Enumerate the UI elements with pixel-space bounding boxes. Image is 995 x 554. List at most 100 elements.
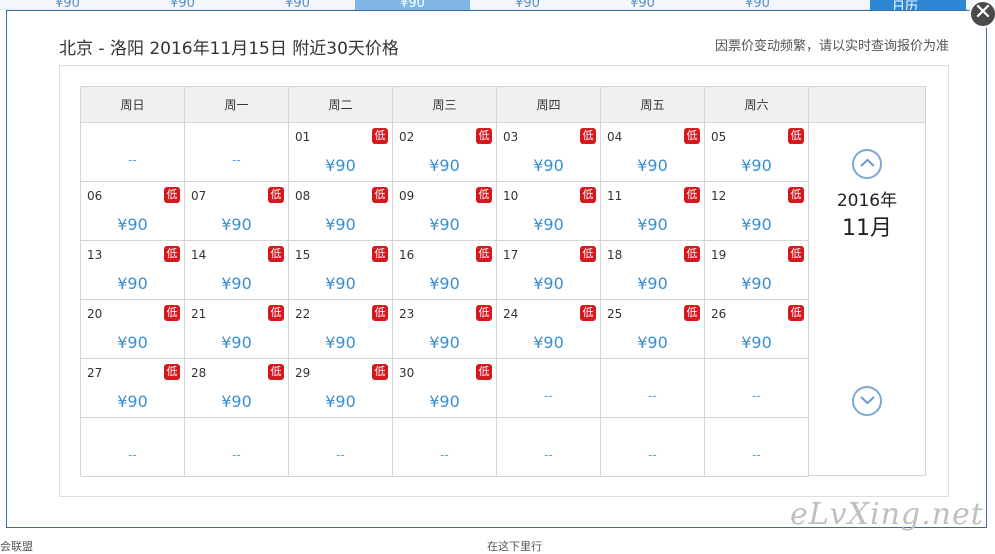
low-price-badge: 低 <box>788 128 804 144</box>
day-cell[interactable]: 17 低 ¥90 <box>497 241 601 300</box>
day-price: ¥90 <box>221 215 252 234</box>
month-navigator: 2016年 11月 <box>809 123 925 475</box>
day-cell[interactable]: 13 低 ¥90 <box>81 241 185 300</box>
low-price-badge: 低 <box>684 305 700 321</box>
day-price: ¥90 <box>533 274 564 293</box>
day-cell[interactable]: 18 低 ¥90 <box>601 241 705 300</box>
day-number: 18 <box>607 248 623 262</box>
day-cell[interactable]: 07 低 ¥90 <box>185 182 289 241</box>
day-cell[interactable]: 20 低 ¥90 <box>81 300 185 359</box>
strip-price[interactable]: ¥90 <box>585 0 700 10</box>
day-cell[interactable]: 29 低 ¥90 <box>289 359 393 418</box>
empty-day-cell: -- <box>497 418 601 477</box>
low-price-badge: 低 <box>268 305 284 321</box>
day-number: 06 <box>87 189 103 203</box>
empty-marker: -- <box>648 448 657 462</box>
empty-marker: -- <box>544 389 553 403</box>
low-price-badge: 低 <box>372 187 388 203</box>
low-price-badge: 低 <box>476 364 492 380</box>
day-price: ¥90 <box>117 333 148 352</box>
day-number: 23 <box>399 307 415 321</box>
day-cell[interactable]: 19 低 ¥90 <box>705 241 809 300</box>
nav-year: 2016年 <box>836 191 898 211</box>
day-cell[interactable]: 02 低 ¥90 <box>393 123 497 182</box>
empty-marker: -- <box>440 448 449 462</box>
strip-price[interactable]: ¥90 <box>470 0 585 10</box>
day-price: ¥90 <box>637 274 668 293</box>
day-cell[interactable]: 01 低 ¥90 <box>289 123 393 182</box>
day-cell[interactable]: 16 低 ¥90 <box>393 241 497 300</box>
day-number: 11 <box>607 189 623 203</box>
day-cell[interactable]: 09 低 ¥90 <box>393 182 497 241</box>
day-number: 01 <box>295 130 311 144</box>
low-price-badge: 低 <box>164 364 180 380</box>
day-cell[interactable]: 26 低 ¥90 <box>705 300 809 359</box>
day-number: 08 <box>295 189 311 203</box>
background-text-left: 会联盟 <box>0 540 33 553</box>
day-cell[interactable]: 27 低 ¥90 <box>81 359 185 418</box>
weekday-label: 周五 <box>601 87 705 123</box>
day-cell[interactable]: 12 低 ¥90 <box>705 182 809 241</box>
empty-day-cell: -- <box>81 123 185 182</box>
strip-price[interactable]: ¥90 <box>10 0 125 10</box>
empty-marker: -- <box>336 448 345 462</box>
day-number: 19 <box>711 248 727 262</box>
day-number: 21 <box>191 307 207 321</box>
empty-day-cell: -- <box>185 123 289 182</box>
low-price-badge: 低 <box>684 128 700 144</box>
day-number: 10 <box>503 189 519 203</box>
dialog-title: 北京 - 洛阳 2016年11月15日 附近30天价格 <box>59 39 399 59</box>
low-price-badge: 低 <box>372 246 388 262</box>
day-cell[interactable]: 06 低 ¥90 <box>81 182 185 241</box>
day-price: ¥90 <box>325 156 356 175</box>
day-cell[interactable]: 22 低 ¥90 <box>289 300 393 359</box>
close-icon[interactable]: ✕ <box>969 0 995 28</box>
day-number: 16 <box>399 248 415 262</box>
day-cell[interactable]: 08 低 ¥90 <box>289 182 393 241</box>
day-price: ¥90 <box>429 215 460 234</box>
day-cell[interactable]: 30 低 ¥90 <box>393 359 497 418</box>
empty-day-cell: -- <box>497 359 601 418</box>
day-price: ¥90 <box>637 156 668 175</box>
strip-price[interactable]: ¥90 <box>700 0 815 10</box>
calendar-button[interactable]: 日历 <box>870 0 966 15</box>
day-price: ¥90 <box>741 274 772 293</box>
strip-price[interactable]: ¥90 <box>355 0 470 10</box>
day-cell[interactable]: 21 低 ¥90 <box>185 300 289 359</box>
day-cell[interactable]: 11 低 ¥90 <box>601 182 705 241</box>
low-price-badge: 低 <box>164 187 180 203</box>
low-price-badge: 低 <box>788 187 804 203</box>
day-cell[interactable]: 25 低 ¥90 <box>601 300 705 359</box>
day-price: ¥90 <box>637 215 668 234</box>
day-price: ¥90 <box>221 274 252 293</box>
day-price: ¥90 <box>221 333 252 352</box>
strip-price[interactable]: ¥90 <box>240 0 355 10</box>
strip-price[interactable]: ¥90 <box>125 0 240 10</box>
low-price-badge: 低 <box>476 187 492 203</box>
background-text-mid: 在这下里行 <box>487 540 542 553</box>
day-cell[interactable]: 10 低 ¥90 <box>497 182 601 241</box>
low-price-badge: 低 <box>372 364 388 380</box>
chevron-up-icon[interactable] <box>852 149 882 179</box>
low-price-badge: 低 <box>372 305 388 321</box>
day-cell[interactable]: 15 低 ¥90 <box>289 241 393 300</box>
day-cell[interactable]: 23 低 ¥90 <box>393 300 497 359</box>
day-price: ¥90 <box>221 392 252 411</box>
chevron-down-icon[interactable] <box>852 386 882 416</box>
low-price-badge: 低 <box>684 187 700 203</box>
day-number: 13 <box>87 248 103 262</box>
day-number: 02 <box>399 130 415 144</box>
day-cell[interactable]: 28 低 ¥90 <box>185 359 289 418</box>
empty-day-cell: -- <box>601 359 705 418</box>
day-price: ¥90 <box>325 215 356 234</box>
day-cell[interactable]: 24 低 ¥90 <box>497 300 601 359</box>
day-cell[interactable]: 14 低 ¥90 <box>185 241 289 300</box>
low-price-badge: 低 <box>476 305 492 321</box>
watermark: eLvXing.net <box>790 497 984 532</box>
day-cell[interactable]: 04 低 ¥90 <box>601 123 705 182</box>
day-price: ¥90 <box>741 333 772 352</box>
low-price-badge: 低 <box>164 246 180 262</box>
day-cell[interactable]: 05 低 ¥90 <box>705 123 809 182</box>
day-number: 24 <box>503 307 519 321</box>
day-cell[interactable]: 03 低 ¥90 <box>497 123 601 182</box>
